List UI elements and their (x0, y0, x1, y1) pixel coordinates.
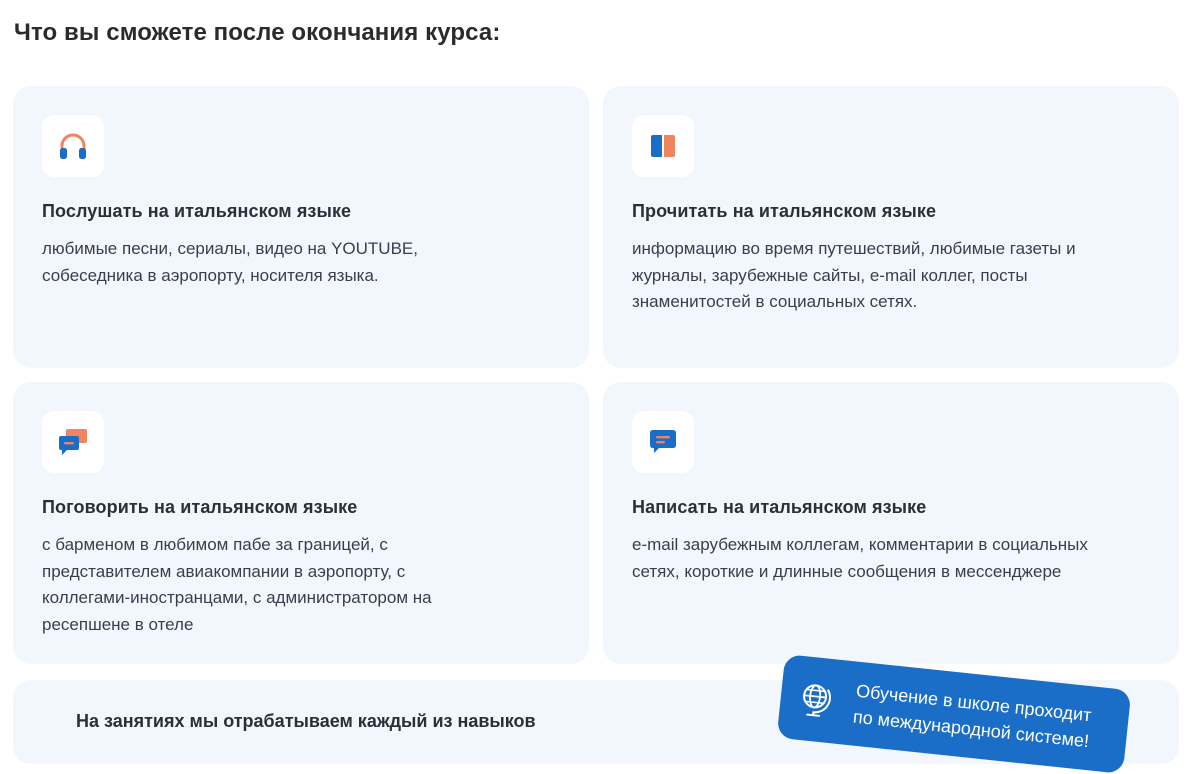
card-text: любимые песни, сериалы, видео на YOUTUBE… (42, 236, 482, 289)
book-icon (649, 134, 677, 158)
skill-card-write: Написать на итальянском языке e-mail зар… (603, 382, 1179, 664)
card-text: e-mail зарубежным коллегам, комментарии … (632, 532, 1132, 585)
page-title: Что вы сможете после окончания курса: (14, 19, 500, 47)
chat-bubbles-icon (58, 428, 88, 456)
skill-card-listen: Послушать на итальянском языке любимые п… (13, 86, 589, 368)
globe-icon (797, 681, 834, 718)
card-title: Прочитать на итальянском языке (632, 201, 936, 222)
message-icon (649, 429, 677, 455)
icon-box (632, 115, 694, 177)
skill-card-read: Прочитать на итальянском языке информаци… (603, 86, 1179, 368)
card-title: Послушать на итальянском языке (42, 201, 351, 222)
card-title: Написать на итальянском языке (632, 497, 926, 518)
icon-box (42, 411, 104, 473)
icon-box (42, 115, 104, 177)
skills-practice-text: На занятиях мы отрабатываем каждый из на… (76, 711, 536, 732)
badge-text: Обучение в школе проходит по международн… (852, 678, 1093, 754)
headphones-icon (58, 132, 88, 160)
card-title: Поговорить на итальянском языке (42, 497, 357, 518)
skill-card-speak: Поговорить на итальянском языке с бармен… (13, 382, 589, 664)
card-text: с барменом в любимом пабе за границей, с… (42, 532, 492, 638)
icon-box (632, 411, 694, 473)
card-text: информацию во время путешествий, любимые… (632, 236, 1142, 316)
